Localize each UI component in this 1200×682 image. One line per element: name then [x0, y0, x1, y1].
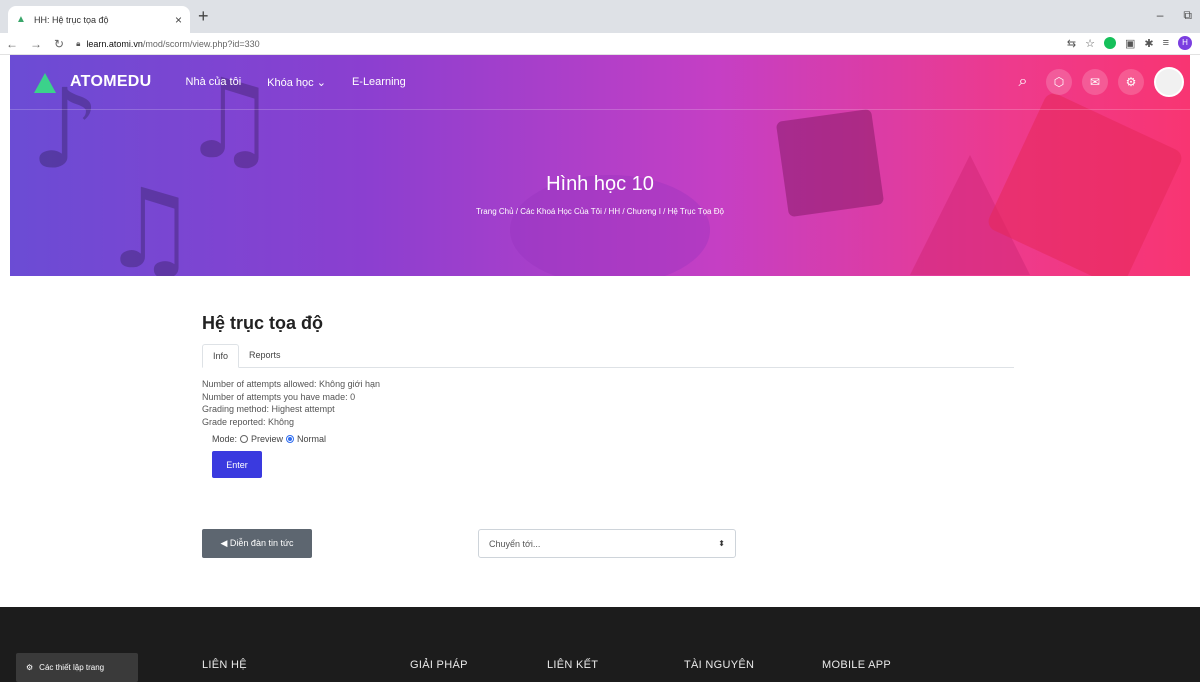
page-settings-button[interactable]: ⚙ Các thiết lập trang	[16, 653, 138, 682]
normal-radio[interactable]	[286, 435, 295, 443]
tab-title: HH: Hệ trục tọa độ	[34, 14, 109, 25]
jump-to-select[interactable]: Chuyển tới... ⬍	[478, 529, 736, 558]
nav-link-courses[interactable]: Khóa học ⌄	[267, 76, 326, 89]
select-caret-icon: ⬍	[718, 539, 725, 548]
tab-reports[interactable]: Reports	[239, 344, 291, 367]
preview-radio[interactable]	[240, 435, 249, 443]
tab-strip: Info Reports	[202, 344, 1014, 368]
page-title: Hệ trục tọa độ	[202, 313, 324, 333]
restore-icon[interactable]: ⧉	[1183, 8, 1192, 23]
preview-label: Preview	[251, 434, 284, 444]
previous-activity-button[interactable]: ◀ Diễn đàn tin tức	[202, 529, 312, 558]
breadcrumb[interactable]: Trang Chủ / Các Khoá Học Của Tôi / HH / …	[10, 207, 1190, 216]
page-settings-label: Các thiết lập trang	[39, 663, 105, 672]
star-icon[interactable]: ☆	[1085, 37, 1095, 50]
atomedu-logo-icon	[32, 69, 58, 95]
minimize-icon[interactable]: –	[1157, 8, 1164, 23]
tab-close-icon[interactable]: ×	[175, 13, 182, 27]
search-icon[interactable]: ⌕	[1010, 69, 1036, 95]
user-avatar[interactable]	[1154, 67, 1184, 97]
grammarly-icon[interactable]	[1103, 37, 1116, 49]
gear-icon: ⚙	[26, 663, 34, 672]
brand-link[interactable]: ATOMEDU	[32, 69, 152, 95]
url-field[interactable]: 🔒︎ learn.atomi.vn/mod/scorm/view.php?id=…	[76, 39, 260, 49]
site-favicon-icon: ▲	[16, 13, 26, 25]
window-controls: – ⧉	[1157, 8, 1192, 23]
course-title: Hình học 10	[546, 173, 654, 195]
translate-icon[interactable]: ⇆	[1067, 37, 1076, 50]
info-line: Grade reported: Không	[202, 416, 295, 427]
top-navbar: ATOMEDU Nhà của tôi Khóa học ⌄ E-Learnin…	[10, 55, 1190, 110]
gear-icon[interactable]: ⚙	[1118, 69, 1144, 95]
lock-icon: 🔒︎	[76, 38, 81, 48]
extension-icon[interactable]: ▣	[1125, 37, 1135, 50]
site-footer: LIÊN HỆ GIẢI PHÁP LIÊN KẾT TÀI NGUYÊN MO…	[0, 607, 1200, 682]
main-content: Hệ trục tọa độ Info Reports Number of at…	[202, 313, 1014, 478]
tab-info[interactable]: Info	[202, 344, 240, 368]
attempt-info: Number of attempts allowed: Không giới h…	[202, 378, 1014, 428]
info-line: Grading method: Highest attempt	[202, 404, 335, 414]
brand-name: ATOMEDU	[70, 73, 152, 90]
footer-heading-solutions: GIẢI PHÁP	[410, 659, 468, 671]
cube-decoration	[775, 108, 885, 218]
nav-link-elearning[interactable]: E-Learning	[352, 76, 406, 89]
mode-label: Mode:	[212, 434, 238, 444]
normal-label: Normal	[297, 434, 327, 444]
mode-selector: Mode: Preview Normal	[212, 434, 1014, 444]
footer-heading-contact: LIÊN HỆ	[202, 659, 247, 671]
notification-icon[interactable]: ⬡	[1046, 69, 1072, 95]
nav-link-my-home[interactable]: Nhà của tôi	[186, 76, 242, 89]
browser-tab[interactable]: ▲ HH: Hệ trục tọa độ ×	[8, 6, 190, 33]
puzzle-icon[interactable]: ✱	[1144, 37, 1153, 50]
hero-banner: ♪ ♫ ♫ ATOMEDU Nhà của tôi Khóa học ⌄ E-L…	[10, 55, 1190, 276]
new-tab-button[interactable]: +	[198, 6, 209, 27]
info-line: Number of attempts you have made: 0	[202, 391, 356, 402]
back-icon[interactable]: ←	[6, 37, 18, 51]
reading-list-icon[interactable]: ≡	[1163, 37, 1169, 49]
url-path: /mod/scorm/view.php?id=330	[142, 38, 260, 49]
url-host: learn.atomi.vn	[86, 38, 143, 49]
enter-button[interactable]: Enter	[212, 451, 262, 478]
footer-heading-resources: TÀI NGUYÊN	[684, 659, 755, 671]
jump-to-placeholder: Chuyển tới...	[489, 538, 541, 549]
messages-icon[interactable]: ✉	[1082, 69, 1108, 95]
info-line: Number of attempts allowed: Không giới h…	[202, 379, 381, 389]
profile-avatar[interactable]: H	[1178, 36, 1192, 50]
forward-icon[interactable]: →	[30, 37, 42, 51]
extensions-bar: ⇆ ☆ ▣ ✱ ≡ H	[1067, 36, 1192, 50]
browser-tab-bar: ▲ HH: Hệ trục tọa độ × + – ⧉	[0, 0, 1200, 33]
footer-heading-links: LIÊN KẾT	[547, 659, 599, 671]
footer-heading-mobile-app: MOBILE APP	[822, 659, 892, 671]
reload-icon[interactable]: ↻	[54, 37, 64, 51]
address-bar: ← → ↻ 🔒︎ learn.atomi.vn/mod/scorm/view.p…	[0, 33, 1200, 55]
